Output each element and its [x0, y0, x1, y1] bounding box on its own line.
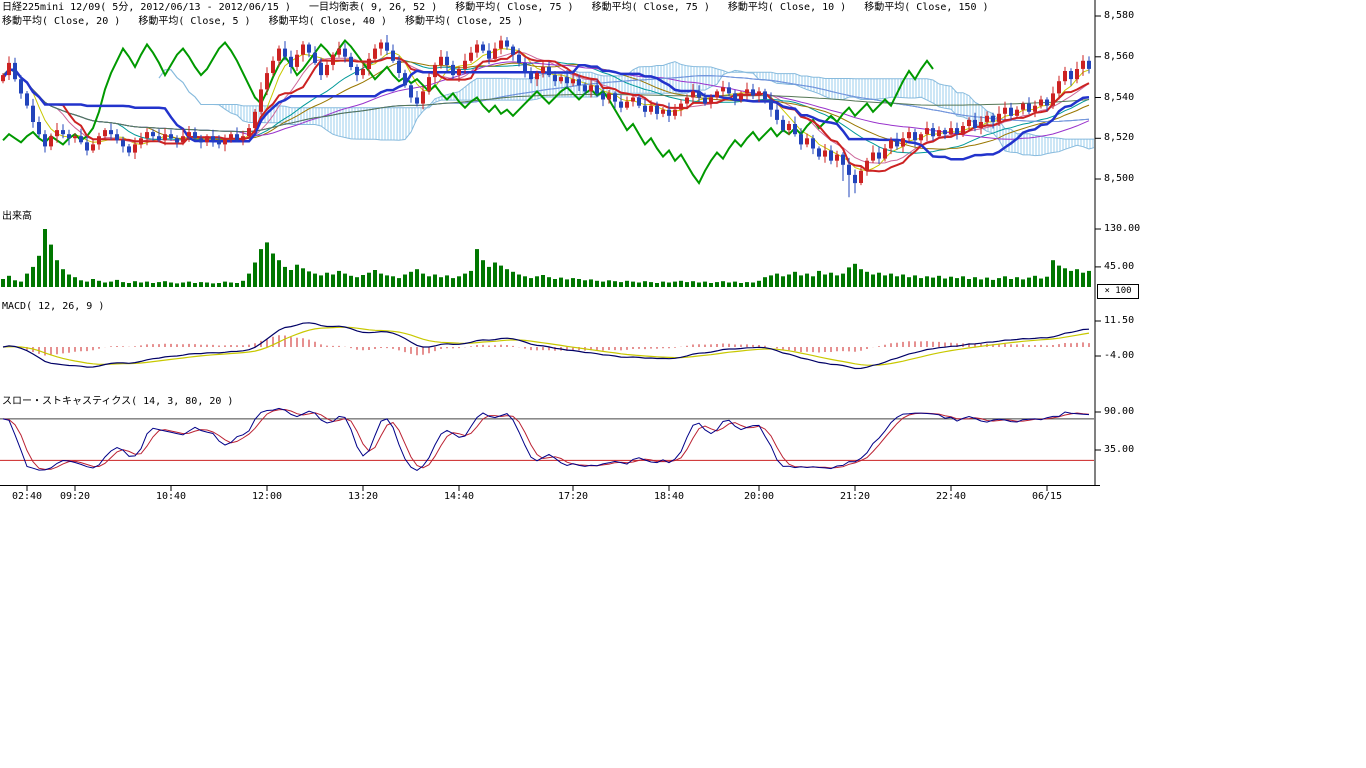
price-axis-tick: 8,500	[1104, 173, 1134, 184]
volume-panel-label: 出来高	[2, 207, 32, 222]
price-axis-tick: 8,540	[1104, 92, 1134, 103]
macd-panel-label: MACD( 12, 26, 9 )	[2, 301, 104, 312]
time-axis-tick: 10:40	[151, 491, 191, 502]
price-axis-tick: 8,580	[1104, 10, 1134, 21]
price-axis-tick: 8,560	[1104, 51, 1134, 62]
stoch-axis-tick: 35.00	[1104, 444, 1134, 455]
chart-plot-area[interactable]	[0, 0, 1145, 510]
time-axis-tick: 06/15	[1027, 491, 1067, 502]
header-line1: 日経225mini 12/09( 5分, 2012/06/13 - 2012/0…	[2, 1, 989, 14]
time-axis-tick: 12:00	[247, 491, 287, 502]
time-axis-tick: 09:20	[55, 491, 95, 502]
volume-axis-tick: 45.00	[1104, 261, 1134, 272]
volume-axis-tick: 130.00	[1104, 223, 1140, 234]
time-axis-tick: 20:00	[739, 491, 779, 502]
header-line2: 移動平均( Close, 20 ) 移動平均( Close, 5 ) 移動平均(…	[2, 15, 523, 28]
time-axis-tick: 13:20	[343, 491, 383, 502]
stochastics-panel-label: スロー・ストキャスティクス( 14, 3, 80, 20 )	[2, 392, 233, 407]
time-axis-tick: 02:40	[7, 491, 47, 502]
price-axis-tick: 8,520	[1104, 132, 1134, 143]
time-axis-tick: 22:40	[931, 491, 971, 502]
macd-axis-tick: 11.50	[1104, 315, 1134, 326]
time-axis-tick: 14:40	[439, 491, 479, 502]
time-axis-tick: 17:20	[553, 491, 593, 502]
macd-axis-tick: -4.00	[1104, 350, 1134, 361]
stoch-axis-tick: 90.00	[1104, 406, 1134, 417]
time-axis-tick: 21:20	[835, 491, 875, 502]
chart-application-window: 日経225mini 12/09( 5分, 2012/06/13 - 2012/0…	[0, 0, 1366, 768]
volume-multiplier-badge: × 100	[1097, 284, 1139, 299]
time-axis-tick: 18:40	[649, 491, 689, 502]
